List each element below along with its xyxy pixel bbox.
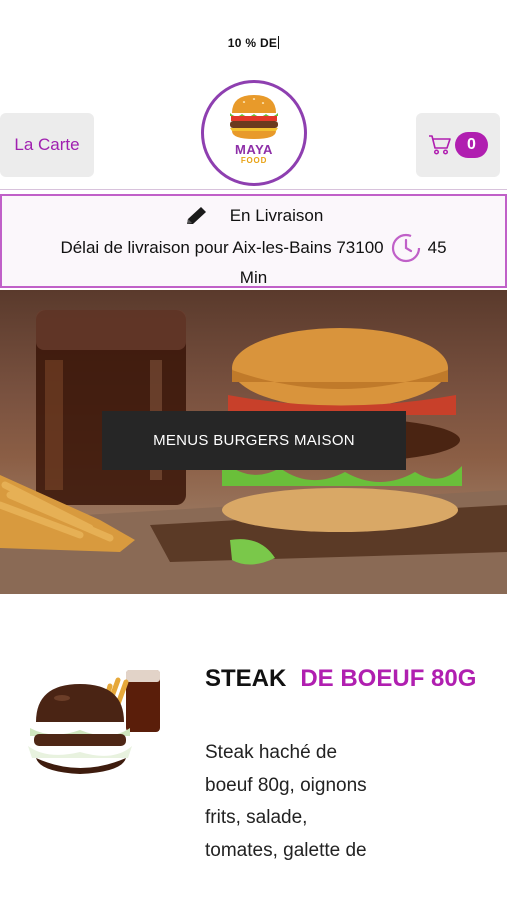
hero-button-label: MENUS BURGERS MAISON: [153, 432, 355, 449]
product-image: [28, 670, 160, 774]
product-card[interactable]: STEAK DE BOEUF 80G Steak haché de boeuf 8…: [0, 640, 507, 900]
product-description: Steak haché de boeuf 80g, oignons frits,…: [205, 742, 367, 861]
product-title: STEAK DE BOEUF 80G: [205, 665, 476, 693]
menus-burgers-button[interactable]: MENUS BURGERS MAISON: [102, 411, 406, 470]
clock-icon: [391, 233, 420, 263]
text-caret: [278, 36, 280, 49]
delivery-delay-value: 45: [427, 238, 447, 257]
delivery-delay-text: Délai de livraison pour Aix-les-Bains 73…: [60, 238, 384, 257]
cart-icon: [429, 135, 451, 155]
product-title-part2: DE BOEUF 80G: [300, 665, 477, 692]
pencil-icon: [186, 207, 206, 224]
product-title-part1: STEAK: [205, 665, 287, 692]
cart-count-badge: 0: [455, 132, 488, 158]
maya-food-logo[interactable]: MAYA FOOD: [201, 80, 307, 186]
delivery-mode-label: En Livraison: [229, 206, 324, 225]
logo-brand-text: MAYA: [235, 142, 273, 157]
header: La Carte MAYA FOOD 0: [0, 80, 507, 190]
cart-button[interactable]: 0: [416, 113, 500, 177]
la-carte-label: La Carte: [14, 135, 80, 154]
promo-banner: 10 % DE: [0, 36, 507, 50]
burger-logo-icon: [230, 95, 278, 139]
logo-sub-text: FOOD: [240, 156, 268, 165]
header-divider: [0, 189, 507, 190]
promo-text: 10 % DE: [227, 36, 278, 50]
delivery-delay-unit: Min: [239, 268, 268, 287]
la-carte-button[interactable]: La Carte: [0, 113, 94, 177]
hero-banner[interactable]: MENUS BURGERS MAISON: [0, 290, 507, 594]
delivery-info-box[interactable]: En Livraison Délai de livraison pour Aix…: [0, 194, 507, 288]
